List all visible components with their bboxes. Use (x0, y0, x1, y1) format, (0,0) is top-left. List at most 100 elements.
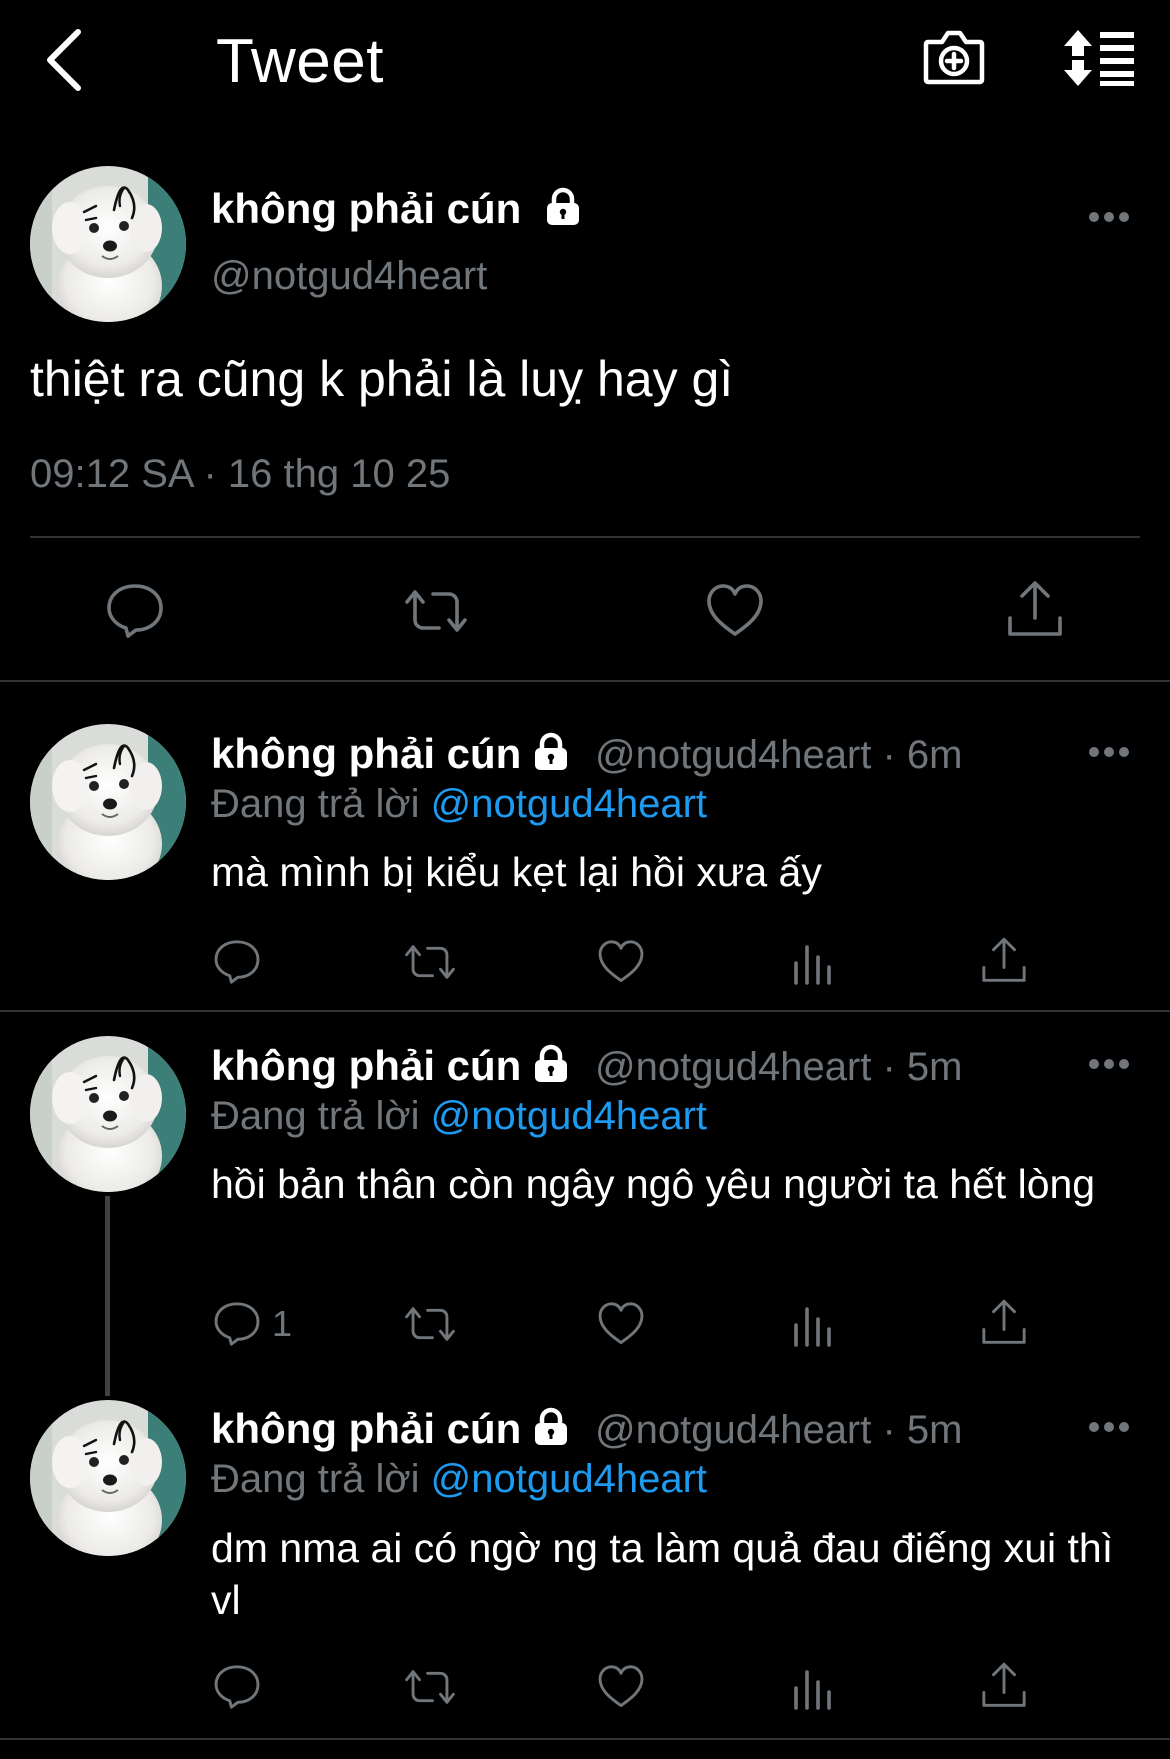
avatar[interactable] (30, 724, 186, 880)
analytics-button[interactable] (788, 1662, 838, 1712)
more-options-button[interactable] (1089, 747, 1129, 759)
analytics-icon (794, 1670, 831, 1710)
divider (0, 1738, 1170, 1740)
share-icon (982, 937, 1026, 982)
author-name-text: không phải cún (211, 1042, 522, 1089)
replying-prefix: Đang trả lời (211, 782, 420, 826)
analytics-button[interactable] (788, 1299, 838, 1349)
reply-text: dm nma ai có ngờ ng ta làm quả đau điếng… (211, 1525, 1114, 1623)
avatar-image (30, 166, 186, 322)
author-handle[interactable]: @notgud4heart (211, 254, 487, 299)
share-button[interactable] (979, 1660, 1029, 1712)
comment-icon (107, 584, 163, 638)
reply-button[interactable] (104, 580, 166, 642)
avatar[interactable] (30, 166, 186, 322)
share-icon (982, 1299, 1026, 1344)
retweet-button[interactable] (401, 1662, 459, 1712)
analytics-icon (794, 1307, 831, 1347)
like-button[interactable] (596, 937, 646, 987)
retweet-icon (405, 590, 467, 632)
dot (1119, 1059, 1129, 1069)
avatar-image (30, 1036, 186, 1192)
like-button[interactable] (596, 1299, 646, 1349)
replying-prefix: Đang trả lời (211, 1094, 420, 1138)
sort-button[interactable] (1060, 28, 1136, 88)
comment-icon (214, 1302, 260, 1346)
like-button[interactable] (596, 1662, 646, 1712)
dot (1104, 747, 1114, 757)
dot (1104, 1059, 1114, 1069)
tweet-timestamp: 09:12 SA · 16 thg 10 25 (30, 452, 451, 496)
share-icon (982, 1662, 1026, 1707)
reply-header[interactable]: không phải cún @notgud4heart · 5m (211, 1405, 962, 1453)
dot (1089, 1059, 1099, 1069)
retweet-icon (405, 945, 455, 979)
heart-icon (707, 584, 763, 636)
lock-icon (543, 187, 583, 227)
replying-prefix: Đang trả lời (211, 1457, 420, 1501)
divider (0, 1010, 1170, 1012)
reply-text: hồi bản thân còn ngây ngô yêu người ta h… (211, 1161, 1096, 1207)
divider (30, 536, 1140, 538)
reply-header[interactable]: không phải cún @notgud4heart · 5m (211, 1042, 962, 1090)
heart-icon (598, 1665, 644, 1707)
camera-plus-icon (923, 30, 985, 85)
author-name-text: không phải cún (211, 185, 522, 232)
analytics-icon (794, 945, 831, 985)
lock-icon (531, 1407, 571, 1447)
replying-to-link[interactable]: @notgud4heart (431, 1094, 707, 1138)
reply-count: 1 (272, 1303, 293, 1344)
more-options-button[interactable] (1089, 1422, 1129, 1434)
thread-line (105, 1196, 110, 1396)
dot (1104, 212, 1114, 222)
divider (0, 680, 1170, 682)
reply-header[interactable]: không phải cún @notgud4heart · 6m (211, 730, 962, 778)
more-options-button[interactable] (1089, 212, 1129, 224)
sort-list-icon (1064, 30, 1134, 86)
share-icon (1008, 581, 1062, 636)
like-button[interactable] (704, 580, 766, 642)
avatar[interactable] (30, 1036, 186, 1192)
analytics-button[interactable] (788, 937, 838, 987)
chevron-left-icon (47, 29, 81, 91)
page-title: Tweet (216, 27, 384, 96)
dot (1104, 1422, 1114, 1432)
retweet-button[interactable] (401, 1299, 459, 1349)
back-button[interactable] (40, 24, 92, 96)
lock-icon (531, 732, 571, 772)
author-name[interactable]: không phải cún (211, 185, 583, 233)
retweet-button[interactable] (401, 580, 471, 642)
retweet-button[interactable] (401, 937, 459, 987)
share-button[interactable] (979, 935, 1029, 987)
retweet-icon (405, 1670, 455, 1704)
comment-icon (214, 1665, 260, 1709)
avatar-image (30, 1400, 186, 1556)
share-button[interactable] (1004, 578, 1066, 642)
camera-button[interactable] (922, 26, 986, 88)
replying-to-link[interactable]: @notgud4heart (431, 782, 707, 826)
heart-icon (598, 1302, 644, 1344)
avatar[interactable] (30, 1400, 186, 1556)
reply-button[interactable] (212, 1662, 272, 1712)
replying-to-link[interactable]: @notgud4heart (431, 1457, 707, 1501)
dot (1119, 747, 1129, 757)
replying-to: Đang trả lời @notgud4heart (211, 782, 707, 827)
replying-to: Đang trả lời @notgud4heart (211, 1094, 707, 1139)
heart-icon (598, 940, 644, 982)
dot (1089, 1422, 1099, 1432)
dot (1089, 212, 1099, 222)
author-name-text: không phải cún (211, 1405, 522, 1452)
dot (1119, 212, 1129, 222)
avatar-image (30, 724, 186, 880)
share-button[interactable] (979, 1297, 1029, 1349)
lock-icon (531, 1044, 571, 1084)
retweet-icon (405, 1307, 455, 1341)
author-handle-time: @notgud4heart · 5m (595, 1408, 963, 1452)
author-handle-time: @notgud4heart · 5m (595, 1045, 963, 1089)
dot (1089, 747, 1099, 757)
reply-button[interactable] (212, 937, 272, 987)
tweet-text: thiệt ra cũng k phải là luỵ hay gì (30, 351, 734, 407)
reply-button[interactable]: 1 (212, 1299, 292, 1349)
more-options-button[interactable] (1089, 1059, 1129, 1071)
comment-icon (214, 940, 260, 984)
